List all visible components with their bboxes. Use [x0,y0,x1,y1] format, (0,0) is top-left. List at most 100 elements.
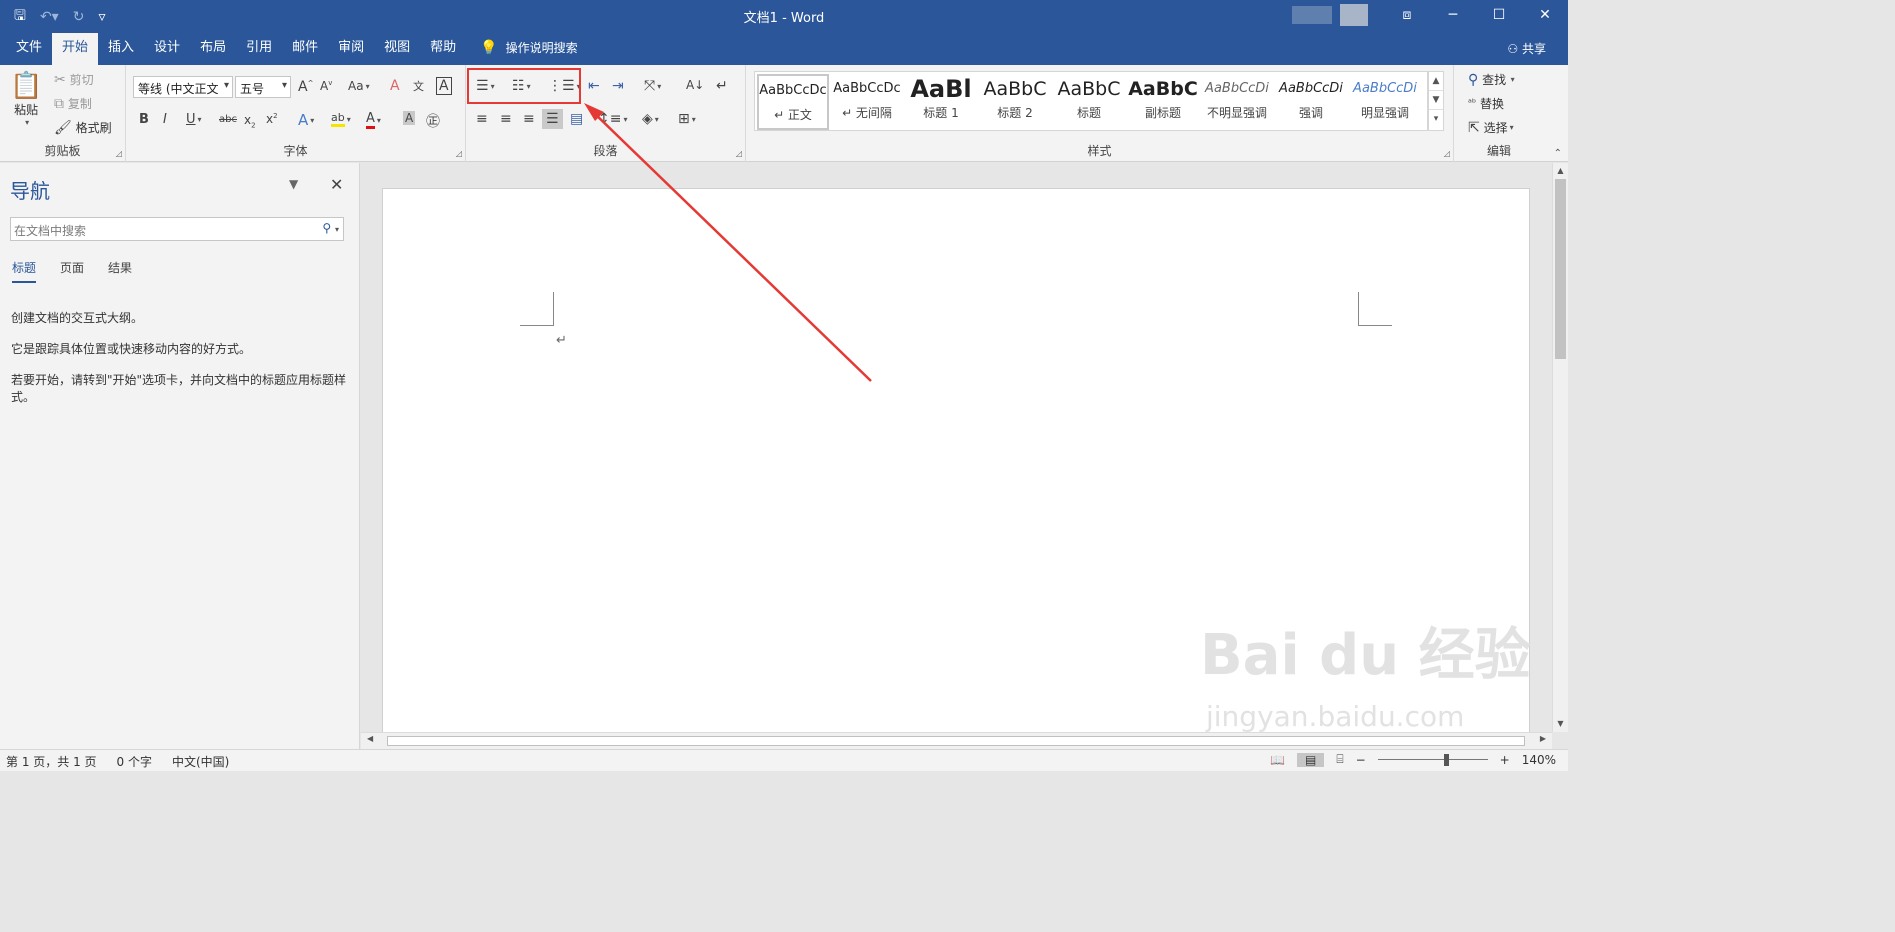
grow-font-button[interactable]: A^ [298,79,313,95]
tab-references[interactable]: 引用 [236,30,282,65]
close-button[interactable]: ✕ [1522,0,1568,30]
bold-button[interactable]: B [139,112,149,127]
character-shading-button[interactable]: A [403,111,416,125]
justify-button[interactable]: ☰ [542,109,563,129]
paintbrush-icon: 🖌 [54,119,72,136]
horizontal-scrollbar[interactable]: ◀ ▶ [361,732,1552,749]
chevron-up-icon[interactable]: ▲ [1553,163,1568,179]
chinese-layout-button[interactable]: ⤧ ▾ [644,78,661,94]
tab-view[interactable]: 视图 [374,30,420,65]
font-name-combo[interactable]: 等线 (中文正文 ▾ [133,76,233,98]
language-status[interactable]: 中文(中国) [172,753,229,770]
superscript-button[interactable]: x2 [266,112,278,126]
ribbon-display-options-icon[interactable]: ⧈ [1384,0,1430,30]
close-icon[interactable]: ✕ [330,175,343,194]
shading-button[interactable]: ◈ ▾ [642,111,659,127]
style-subtle-emphasis[interactable]: AaBbCcDi 不明显强调 [1201,74,1273,130]
nav-search-input[interactable]: 在文档中搜索 ⚲ ▾ [10,217,344,241]
tab-insert[interactable]: 插入 [98,30,144,65]
paste-button[interactable]: 📋 粘贴 ▾ [10,71,42,127]
style-emphasis[interactable]: AaBbCcDi 强调 [1275,74,1347,130]
collapse-ribbon-icon[interactable]: ⌃ [1554,148,1562,159]
zoom-in-icon[interactable]: + [1500,753,1510,767]
change-case-button[interactable]: Aa ▾ [348,79,370,93]
zoom-slider[interactable] [1377,753,1488,767]
vertical-scrollbar[interactable]: ▲ ▼ [1552,163,1568,732]
style-subtitle[interactable]: AaBbC 副标题 [1127,74,1199,130]
format-painter-button[interactable]: 🖌 格式刷 [54,119,112,136]
tab-home[interactable]: 开始 [52,33,99,65]
web-layout-icon[interactable]: ⌸ [1336,752,1343,767]
style-title[interactable]: AaBbC 标题 [1053,74,1125,130]
clear-formatting-button[interactable]: A [390,78,400,94]
nav-tab-headings[interactable]: 标题 [12,259,37,283]
strikethrough-button[interactable]: abc [219,114,237,125]
increase-indent-button[interactable]: ⇥ [612,78,624,94]
subscript-button[interactable]: x2 [244,113,256,129]
share-button[interactable]: ⚇ 共享 [1507,40,1546,57]
zoom-out-icon[interactable]: − [1356,753,1366,767]
highlight-button[interactable]: ab ▾ [331,111,351,127]
chevron-down-icon[interactable]: ▼ [1553,716,1568,732]
phonetic-guide-button[interactable]: 文 [413,78,424,94]
scrollbar-thumb[interactable] [387,736,1525,746]
chevron-up-icon[interactable]: ▲ [1429,72,1443,91]
select-button[interactable]: ⇱ 选择 ▾ [1468,119,1514,136]
sort-button[interactable]: A↓ [686,78,704,92]
chevron-down-icon[interactable]: ▼ [1429,91,1443,110]
show-hide-marks-button[interactable]: ↵ [716,78,728,94]
dialog-launcher-icon[interactable]: ◿ [1444,149,1450,158]
text-effects-button[interactable]: A ▾ [298,111,314,129]
page-count[interactable]: 第 1 页，共 1 页 [6,753,97,770]
borders-button[interactable]: ⊞ ▾ [678,111,696,127]
character-border-button[interactable]: A [436,77,452,95]
shrink-font-button[interactable]: Av [320,79,332,93]
font-size-combo[interactable]: 五号 ▾ [235,76,291,98]
nav-tab-results[interactable]: 结果 [108,259,132,283]
word-count[interactable]: 0 个字 [117,753,152,770]
replace-button[interactable]: ᵃᵇ 替换 [1468,95,1504,112]
find-button[interactable]: ⚲ 查找 ▾ [1468,71,1515,88]
style-heading-2[interactable]: AaBbC 标题 2 [979,74,1051,130]
scrollbar-thumb[interactable] [1555,179,1566,359]
chevron-right-icon[interactable]: ▶ [1540,734,1546,743]
style-normal[interactable]: AaBbCcDc ↵ 正文 [757,74,829,130]
tell-me-search[interactable]: 💡 操作说明搜索 [480,30,577,65]
print-layout-icon[interactable]: ▤ [1297,752,1325,767]
zoom-level[interactable]: 140% [1522,753,1556,767]
dialog-launcher-icon[interactable]: ◿ [456,149,462,158]
distributed-button[interactable]: ▤ [570,111,583,127]
align-left-button[interactable]: ≡ [476,111,488,127]
read-mode-icon[interactable]: 📖 [1270,753,1285,767]
dialog-launcher-icon[interactable]: ◿ [116,149,122,158]
tab-help[interactable]: 帮助 [420,30,466,65]
line-spacing-button[interactable]: ↕≡ ▾ [598,111,627,127]
maximize-button[interactable]: ☐ [1476,0,1522,30]
nav-options-icon[interactable]: ▼ [289,177,298,191]
more-styles-icon[interactable]: ▾ [1429,110,1443,129]
tab-file[interactable]: 文件 [6,30,52,65]
italic-button[interactable]: I [163,112,167,127]
tab-design[interactable]: 设计 [144,30,190,65]
enclose-characters-button[interactable]: ㊣ [426,111,440,131]
zoom-knob[interactable] [1443,753,1449,766]
chevron-left-icon[interactable]: ◀ [367,734,373,743]
font-color-button[interactable]: A ▾ [366,111,381,129]
paragraph-mark-icon: ↵ [556,333,567,348]
align-right-button[interactable]: ≡ [523,111,535,127]
style-heading-1[interactable]: AaBl 标题 1 [905,74,977,130]
tab-review[interactable]: 审阅 [328,30,374,65]
dialog-launcher-icon[interactable]: ◿ [736,149,742,158]
decrease-indent-button[interactable]: ⇤ [588,78,600,94]
tab-layout[interactable]: 布局 [190,30,236,65]
search-icon[interactable]: ⚲ ▾ [322,221,339,235]
minimize-button[interactable]: ─ [1430,0,1476,30]
tab-mailings[interactable]: 邮件 [282,30,328,65]
style-no-spacing[interactable]: AaBbCcDc ↵ 无间隔 [831,74,903,130]
nav-tab-pages[interactable]: 页面 [60,259,84,283]
style-intense-emphasis[interactable]: AaBbCcDi 明显强调 [1349,74,1421,130]
copy-button[interactable]: ⧉ 复制 [54,95,92,112]
align-center-button[interactable]: ≡ [500,111,512,127]
underline-button[interactable]: U ▾ [186,112,202,127]
cut-button[interactable]: ✂ 剪切 [54,71,94,88]
